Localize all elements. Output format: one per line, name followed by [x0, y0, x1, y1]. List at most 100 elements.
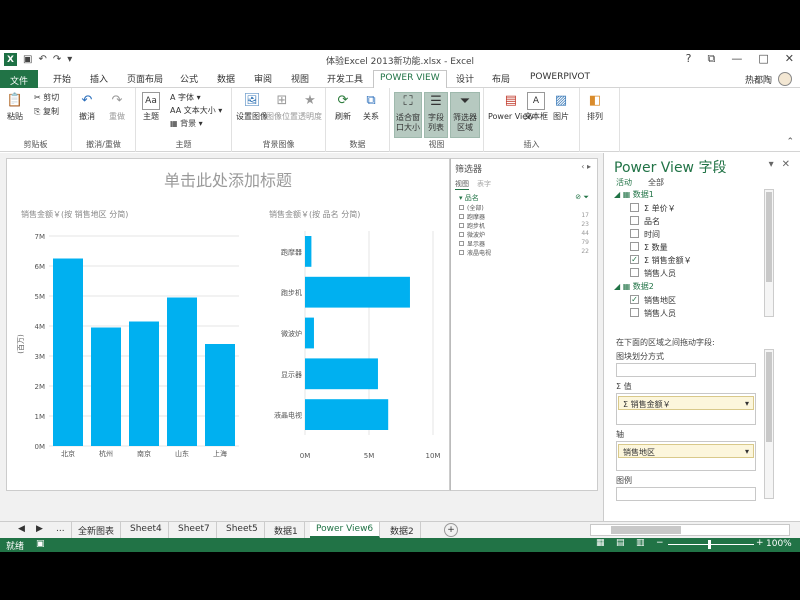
sheet-tab[interactable]: 数据2	[384, 522, 421, 538]
scroll-thumb[interactable]	[766, 352, 772, 442]
pill-dropdown-icon[interactable]: ▾	[745, 447, 749, 456]
set-image-button[interactable]: 🖼 设置图像	[236, 92, 268, 122]
filters-pane-controls[interactable]: ‹ ▸	[581, 162, 591, 171]
ribbon-display-button[interactable]: ⧉	[708, 52, 716, 66]
arrange-button[interactable]: ◧ 排列	[586, 92, 604, 122]
tab-developer[interactable]: 开发工具	[327, 72, 363, 85]
filter-item[interactable]: 显示器 79	[459, 239, 589, 248]
tab-file[interactable]: 文件	[0, 70, 39, 88]
filter-item[interactable]: 跑步机 23	[459, 221, 589, 230]
filter-checkbox[interactable]	[459, 214, 464, 219]
sheet-nav-more[interactable]: ...	[50, 522, 72, 538]
page-layout-icon[interactable]: ▤	[616, 538, 625, 548]
field-table-header[interactable]: ◢ ▦ 数据2	[614, 281, 654, 292]
field-checkbox[interactable]	[630, 203, 639, 212]
field-checkbox[interactable]: ✓	[630, 295, 639, 304]
normal-view-icon[interactable]: ▦	[596, 538, 605, 548]
sheet-tab[interactable]: 全新图表	[72, 522, 122, 538]
filter-item[interactable]: 液晶电视 22	[459, 248, 589, 257]
horizontal-scrollbar[interactable]	[590, 524, 790, 536]
close-icon[interactable]: ✕	[782, 159, 790, 170]
refresh-button[interactable]: ⟳ 刷新	[334, 92, 352, 122]
scroll-thumb[interactable]	[766, 192, 772, 282]
field-tree-scrollbar[interactable]	[764, 189, 774, 317]
copy-button[interactable]: ⎘ 复制	[34, 106, 59, 117]
tab-active-fields[interactable]: 活动	[616, 177, 632, 188]
filter-checkbox[interactable]	[459, 241, 464, 246]
cut-button[interactable]: ✂ 剪切	[34, 92, 59, 103]
tab-data[interactable]: 数据	[217, 72, 235, 85]
sheet-tab[interactable]: Sheet7	[172, 522, 217, 538]
close-button[interactable]: ✕	[785, 52, 794, 66]
field-table-header[interactable]: ◢ ▦ 数据1	[614, 189, 654, 200]
picture-button[interactable]: ▨ 图片	[552, 92, 570, 122]
tab-powerpivot[interactable]: POWERPIVOT	[530, 72, 590, 82]
tab-layout[interactable]: 布局	[492, 72, 510, 85]
report-title-placeholder[interactable]: 单击此处添加标题	[7, 167, 449, 191]
add-sheet-button[interactable]: +	[444, 523, 458, 537]
background-button[interactable]: ▦ 背景 ▾	[170, 118, 203, 129]
font-button[interactable]: A 字体 ▾	[170, 92, 201, 103]
undo-button[interactable]: ↶ 撤消	[78, 92, 96, 122]
sheet-nav-next[interactable]: ▶	[30, 522, 49, 538]
theme-button[interactable]: Aa 主题	[142, 92, 160, 122]
power-view-canvas[interactable]: 单击此处添加标题 销售金额￥(按 销售地区 分简) 销售金额￥(按 品名 分简)…	[6, 158, 450, 491]
fit-window-button[interactable]: ⛶ 适合窗口大小	[394, 92, 422, 138]
zoom-slider[interactable]	[668, 540, 754, 549]
tab-filter-view[interactable]: 视图	[455, 179, 469, 190]
minimize-button[interactable]: —	[731, 52, 742, 66]
sheet-tab[interactable]: 数据1	[268, 522, 305, 538]
text-box-button[interactable]: A 文本框	[524, 92, 548, 122]
sheet-tab[interactable]: Sheet5	[220, 522, 265, 538]
field-checkbox[interactable]	[630, 268, 639, 277]
field-checkbox[interactable]: ✓	[630, 255, 639, 264]
field-list-button[interactable]: ☰ 字段列表	[424, 92, 448, 138]
zoom-level[interactable]: 100%	[766, 539, 792, 549]
tab-page-layout[interactable]: 页面布局	[127, 72, 163, 85]
tile-by-dropzone[interactable]	[616, 363, 756, 377]
filter-item[interactable]: 微波炉 44	[459, 230, 589, 239]
filter-field-actions[interactable]: ⊘ ⏷	[575, 193, 589, 202]
axis-field-pill[interactable]: 销售地区 ▾	[618, 444, 754, 458]
collapse-ribbon-icon[interactable]: ⌃	[786, 137, 794, 147]
zoom-in-icon[interactable]: +	[756, 538, 764, 548]
tab-design[interactable]: 设计	[456, 72, 474, 85]
user-account[interactable]: 热都陶	[745, 72, 792, 86]
pill-dropdown-icon[interactable]: ▾	[745, 399, 749, 408]
region-sales-chart[interactable]: 0M 1M 2M 3M 4M 5M 6M 7M (百万) 北京 杭州 南京 山东 上海	[15, 199, 259, 459]
sheet-tab[interactable]: Sheet4	[124, 522, 169, 538]
tab-view[interactable]: 视图	[291, 72, 309, 85]
tab-all-fields[interactable]: 全部	[648, 177, 664, 188]
tab-review[interactable]: 审阅	[254, 72, 272, 85]
filter-checkbox[interactable]	[459, 205, 464, 210]
tab-power-view[interactable]: POWER VIEW	[373, 70, 447, 89]
field-checkbox[interactable]	[630, 308, 639, 317]
redo-button[interactable]: ↷ 重做	[108, 92, 126, 122]
image-position-button[interactable]: ⊞ 图像位置	[266, 92, 298, 122]
filter-item[interactable]: 跑摩器 17	[459, 212, 589, 221]
zoom-out-icon[interactable]: −	[656, 538, 664, 548]
areas-scrollbar[interactable]	[764, 349, 774, 499]
filter-area-button[interactable]: ⏷ 筛选器区域	[450, 92, 480, 138]
sheet-nav-prev[interactable]: ◀	[12, 522, 31, 538]
product-sales-chart[interactable]: 0M5M10M(百万)跑摩器跑步机微波炉显示器液晶电视	[265, 199, 445, 459]
tab-formulas[interactable]: 公式	[180, 72, 198, 85]
sheet-tab-active[interactable]: Power View6	[310, 522, 381, 538]
scroll-thumb[interactable]	[611, 526, 681, 534]
field-checkbox[interactable]	[630, 242, 639, 251]
transparency-button[interactable]: ★ 透明度	[298, 92, 322, 122]
dropdown-icon[interactable]: ▾	[769, 159, 774, 170]
field-checkbox[interactable]	[630, 216, 639, 225]
tab-home[interactable]: 开始	[53, 72, 71, 85]
relationships-button[interactable]: ⧉ 关系	[362, 92, 380, 122]
paste-button[interactable]: 📋 粘贴	[6, 92, 24, 122]
help-button[interactable]: ?	[686, 52, 692, 66]
field-checkbox[interactable]	[630, 229, 639, 238]
filter-field-title[interactable]: ▾ 品名	[459, 193, 479, 203]
tab-insert[interactable]: 插入	[90, 72, 108, 85]
maximize-button[interactable]: □	[758, 52, 768, 66]
value-field-pill[interactable]: Σ 销售金额￥ ▾	[618, 396, 754, 410]
filter-item[interactable]: (全部)	[459, 203, 589, 212]
page-break-icon[interactable]: ▥	[636, 538, 645, 548]
text-size-button[interactable]: AA 文本大小 ▾	[170, 105, 222, 116]
